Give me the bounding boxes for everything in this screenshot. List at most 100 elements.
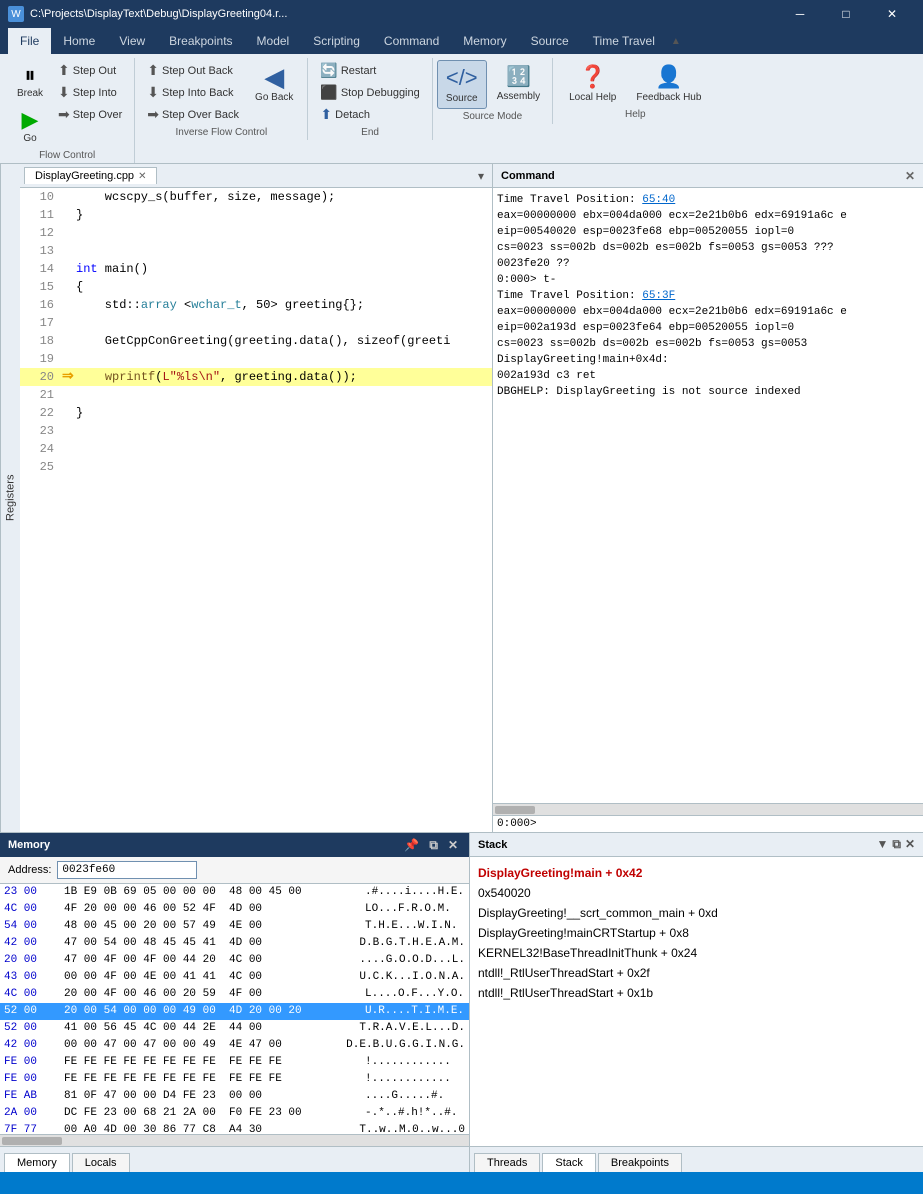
- tab-breakpoints[interactable]: Breakpoints: [157, 28, 244, 54]
- ribbon-group-inverse-flow: ⬆ Step Out Back ⬇ Step Into Back ➡ Step …: [135, 58, 308, 140]
- title-bar: W C:\Projects\DisplayText\Debug\DisplayG…: [0, 0, 923, 28]
- code-line-15: 15 {: [20, 278, 492, 296]
- code-line-16: 16 std::array <wchar_t, 50> greeting{};: [20, 296, 492, 314]
- stack-item-4: KERNEL32!BaseThreadInitThunk + 0x24: [478, 943, 915, 963]
- mem-row-6: 43 00 00 00 4F 00 4E 00 41 41 4C 00 U.C.…: [0, 969, 469, 986]
- stop-debugging-button[interactable]: ⬛ Stop Debugging: [316, 82, 423, 103]
- mem-row-4: 42 00 47 00 54 00 48 45 45 41 4D 00 D.B.…: [0, 935, 469, 952]
- title-bar-controls[interactable]: ─ □ ✕: [777, 0, 915, 28]
- ribbon-group-source-mode: </> Source 🔢 Assembly Source Mode: [433, 58, 553, 124]
- stack-panel: Stack ▼ ⧉ ✕ DisplayGreeting!main + 0x42 …: [470, 833, 923, 1172]
- tab-time-travel[interactable]: Time Travel: [581, 28, 667, 54]
- panel-dropdown[interactable]: ▾: [474, 167, 488, 185]
- mem-row-14: 2A 00 DC FE 23 00 68 21 2A 00 F0 FE 23 0…: [0, 1105, 469, 1122]
- registers-label: Registers: [5, 475, 17, 521]
- step-over-button[interactable]: ➡ Step Over: [54, 104, 126, 125]
- source-button[interactable]: </> Source: [437, 60, 487, 109]
- maximize-button[interactable]: □: [823, 0, 869, 28]
- flow-control-buttons: ⏸ Break ▶ Go ⬆ Step Out ⬇ Step Into: [8, 60, 126, 148]
- code-line-18: 18 GetCppConGreeting(greeting.data(), si…: [20, 332, 492, 350]
- cmd-line-1: Time Travel Position: 65:40: [497, 192, 919, 208]
- local-help-button[interactable]: ❓ Local Help: [561, 60, 624, 107]
- code-content[interactable]: 10 wcscpy_s(buffer, size, message); 11 }…: [20, 188, 492, 832]
- restart-button[interactable]: 🔄 Restart: [316, 60, 423, 81]
- memory-bottom-tabs: Memory Locals: [0, 1146, 469, 1172]
- stack-close-button[interactable]: ✕: [905, 837, 915, 852]
- code-line-11: 11 }: [20, 206, 492, 224]
- ribbon-scroll-up[interactable]: ▲: [667, 28, 685, 54]
- command-close-button[interactable]: ✕: [905, 169, 915, 183]
- threads-tab[interactable]: Threads: [474, 1153, 540, 1172]
- step-into-button[interactable]: ⬇ Step Into: [54, 82, 126, 103]
- code-tab-close[interactable]: ✕: [138, 171, 146, 182]
- stack-tab[interactable]: Stack: [542, 1153, 596, 1172]
- locals-tab[interactable]: Locals: [72, 1153, 130, 1172]
- memory-pin-button[interactable]: 📌: [401, 838, 422, 853]
- memory-address-input[interactable]: [57, 861, 197, 879]
- step-buttons: ⬆ Step Out ⬇ Step Into ➡ Step Over: [54, 60, 126, 125]
- memory-scroll-x[interactable]: [0, 1134, 469, 1146]
- stack-item-2: DisplayGreeting!__scrt_common_main + 0xd: [478, 903, 915, 923]
- command-input[interactable]: [541, 818, 919, 830]
- feedback-hub-button[interactable]: 👤 Feedback Hub: [628, 60, 709, 107]
- memory-header-title: Memory: [8, 839, 50, 851]
- command-header: Command ✕: [493, 164, 923, 188]
- minimize-button[interactable]: ─: [777, 0, 823, 28]
- command-output[interactable]: Time Travel Position: 65:40 eax=00000000…: [493, 188, 923, 803]
- cmd-line-11: DisplayGreeting!main+0x4d:: [497, 352, 919, 368]
- memory-panel: Memory 📌 ⧉ ✕ Address: 23 00 1B E9 0B 69 …: [0, 833, 470, 1172]
- registers-sidebar[interactable]: Registers: [0, 164, 20, 832]
- step-out-button[interactable]: ⬆ Step Out: [54, 60, 126, 81]
- stack-pin-button[interactable]: ▼: [876, 837, 888, 852]
- tab-view[interactable]: View: [107, 28, 157, 54]
- memory-content[interactable]: 23 00 1B E9 0B 69 05 00 00 00 48 00 45 0…: [0, 884, 469, 1134]
- break-button[interactable]: ⏸ Break: [8, 60, 52, 103]
- stack-title: Stack: [478, 839, 507, 851]
- code-panel: DisplayGreeting.cpp ✕ ▾ 10 wcscpy_s(buff…: [20, 164, 493, 832]
- end-label: End: [361, 127, 379, 138]
- source-mode-buttons: </> Source 🔢 Assembly: [437, 60, 548, 109]
- memory-address-bar: Address:: [0, 857, 469, 884]
- end-buttons: 🔄 Restart ⬛ Stop Debugging ⬆ Detach: [316, 60, 423, 125]
- help-label: Help: [625, 109, 646, 120]
- close-button[interactable]: ✕: [869, 0, 915, 28]
- code-tab[interactable]: DisplayGreeting.cpp ✕: [24, 167, 157, 184]
- cmd-line-13: DBGHELP: DisplayGreeting is not source i…: [497, 384, 919, 400]
- code-line-12: 12: [20, 224, 492, 242]
- assembly-button[interactable]: 🔢 Assembly: [489, 60, 548, 109]
- memory-tab[interactable]: Memory: [4, 1153, 70, 1172]
- go-button[interactable]: ▶ Go: [8, 105, 52, 148]
- tab-source[interactable]: Source: [519, 28, 581, 54]
- step-into-back-button[interactable]: ⬇ Step Into Back: [143, 82, 243, 103]
- command-scroll-x[interactable]: [493, 803, 923, 815]
- tab-command[interactable]: Command: [372, 28, 451, 54]
- flow-control-label: Flow Control: [39, 150, 95, 161]
- main-container: Registers DisplayGreeting.cpp ✕ ▾ 10 wcs…: [0, 164, 923, 832]
- tab-scripting[interactable]: Scripting: [301, 28, 372, 54]
- ribbon-tabs: File Home View Breakpoints Model Scripti…: [0, 28, 923, 54]
- tab-file[interactable]: File: [8, 28, 51, 54]
- cmd-line-9: eip=002a193d esp=0023fe64 ebp=00520055 i…: [497, 320, 919, 336]
- tab-home[interactable]: Home: [51, 28, 107, 54]
- ribbon-group-flow-control: ⏸ Break ▶ Go ⬆ Step Out ⬇ Step Into: [0, 58, 135, 163]
- source-mode-label: Source Mode: [463, 111, 522, 122]
- stack-restore-button[interactable]: ⧉: [892, 837, 901, 852]
- memory-restore-button[interactable]: ⧉: [426, 838, 441, 853]
- scroll-thumb: [495, 806, 535, 814]
- go-back-button[interactable]: ◀ Go Back: [249, 60, 299, 107]
- detach-button[interactable]: ⬆ Detach: [316, 104, 423, 125]
- memory-close-button[interactable]: ✕: [445, 838, 461, 853]
- tab-memory[interactable]: Memory: [451, 28, 518, 54]
- app-icon: W: [8, 6, 24, 22]
- cmd-line-4: cs=0023 ss=002b ds=002b es=002b fs=0053 …: [497, 240, 919, 256]
- mem-row-3: 54 00 48 00 45 00 20 00 57 49 4E 00 T.H.…: [0, 918, 469, 935]
- stack-header: Stack ▼ ⧉ ✕: [470, 833, 923, 857]
- help-buttons: ❓ Local Help 👤 Feedback Hub: [561, 60, 709, 107]
- step-over-back-button[interactable]: ➡ Step Over Back: [143, 104, 243, 125]
- stack-item-0: DisplayGreeting!main + 0x42: [478, 863, 915, 883]
- mem-row-10: 42 00 00 00 47 00 47 00 00 49 4E 47 00 D…: [0, 1037, 469, 1054]
- step-out-back-button[interactable]: ⬆ Step Out Back: [143, 60, 243, 81]
- breakpoints-tab[interactable]: Breakpoints: [598, 1153, 682, 1172]
- tab-model[interactable]: Model: [245, 28, 302, 54]
- code-line-13: 13: [20, 242, 492, 260]
